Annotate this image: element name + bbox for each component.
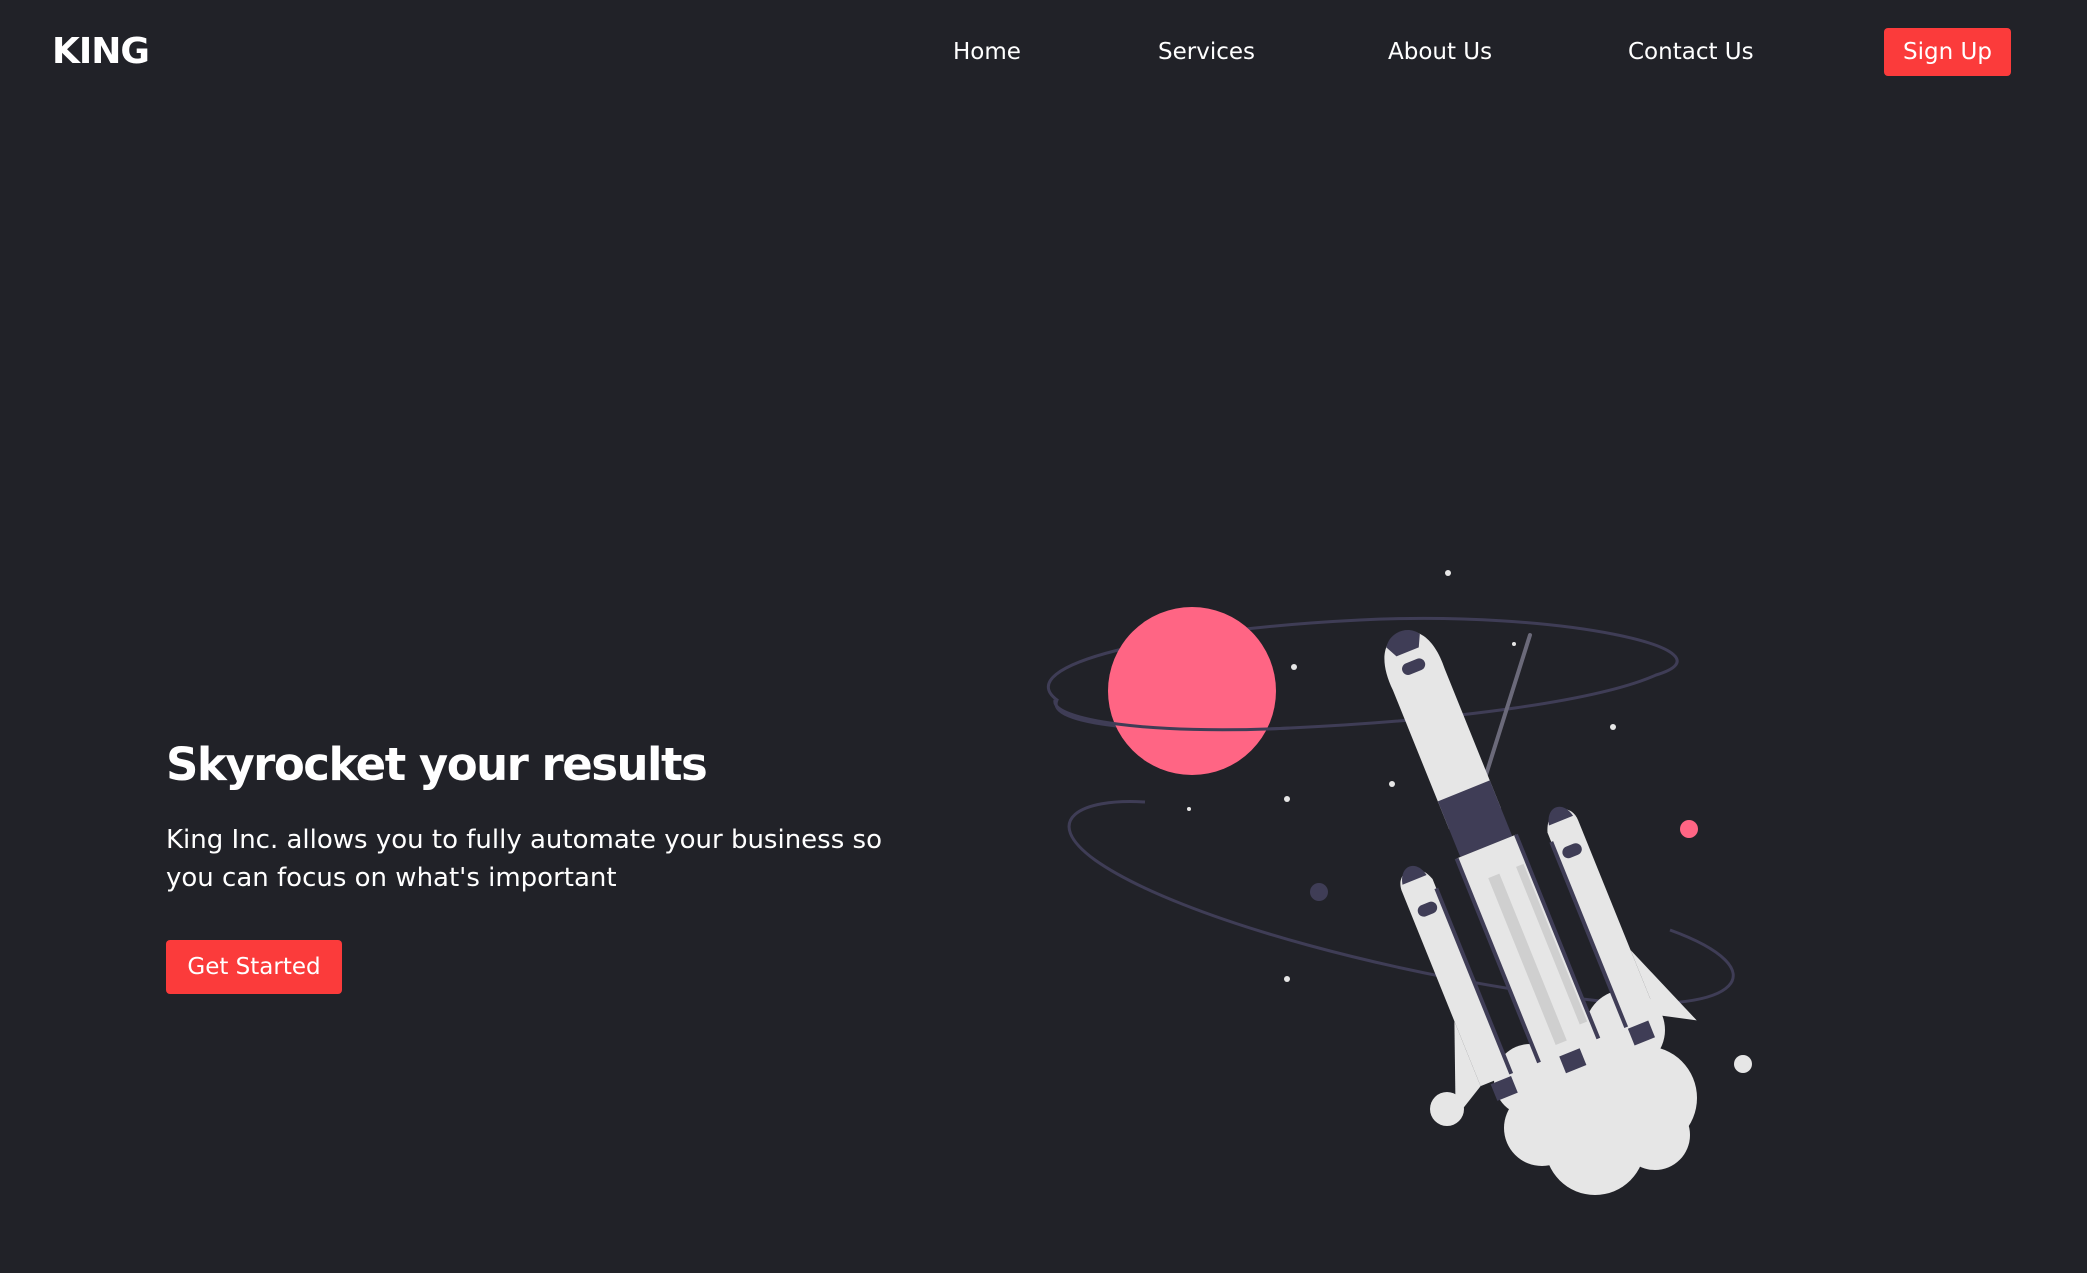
planet bbox=[1108, 607, 1276, 775]
star-dot bbox=[1187, 807, 1191, 811]
hero-title: Skyrocket your results bbox=[166, 738, 708, 791]
star-dot bbox=[1291, 664, 1297, 670]
star-dot bbox=[1389, 781, 1395, 787]
nav-link-contact-us[interactable]: Contact Us bbox=[1628, 36, 1754, 68]
nav-link-about-us[interactable]: About Us bbox=[1388, 36, 1492, 68]
star-dot bbox=[1445, 570, 1451, 576]
nav-menu: Home Services About Us Contact Us Sign U… bbox=[0, 28, 2087, 76]
star-dot bbox=[1284, 976, 1290, 982]
hero-description: King Inc. allows you to fully automate y… bbox=[166, 825, 882, 893]
nav-link-home[interactable]: Home bbox=[953, 36, 1021, 68]
landing-page: KING Home Services About Us Contact Us S… bbox=[0, 0, 2087, 1273]
star-dot bbox=[1284, 796, 1290, 802]
star-dot bbox=[1512, 642, 1516, 646]
nav-link-services[interactable]: Services bbox=[1158, 36, 1255, 68]
small-planet-dark bbox=[1310, 883, 1328, 901]
small-planet-pink bbox=[1680, 820, 1698, 838]
sign-up-button[interactable]: Sign Up bbox=[1884, 28, 2011, 76]
rocket bbox=[1384, 630, 1697, 1118]
navbar: KING Home Services About Us Contact Us S… bbox=[0, 0, 2087, 105]
hero-section: Skyrocket your results King Inc. allows … bbox=[166, 735, 926, 897]
star-dot bbox=[1610, 724, 1616, 730]
small-planet-white bbox=[1734, 1055, 1752, 1073]
rocket-launch-illustration bbox=[1046, 570, 1752, 1195]
get-started-button[interactable]: Get Started bbox=[166, 940, 342, 994]
